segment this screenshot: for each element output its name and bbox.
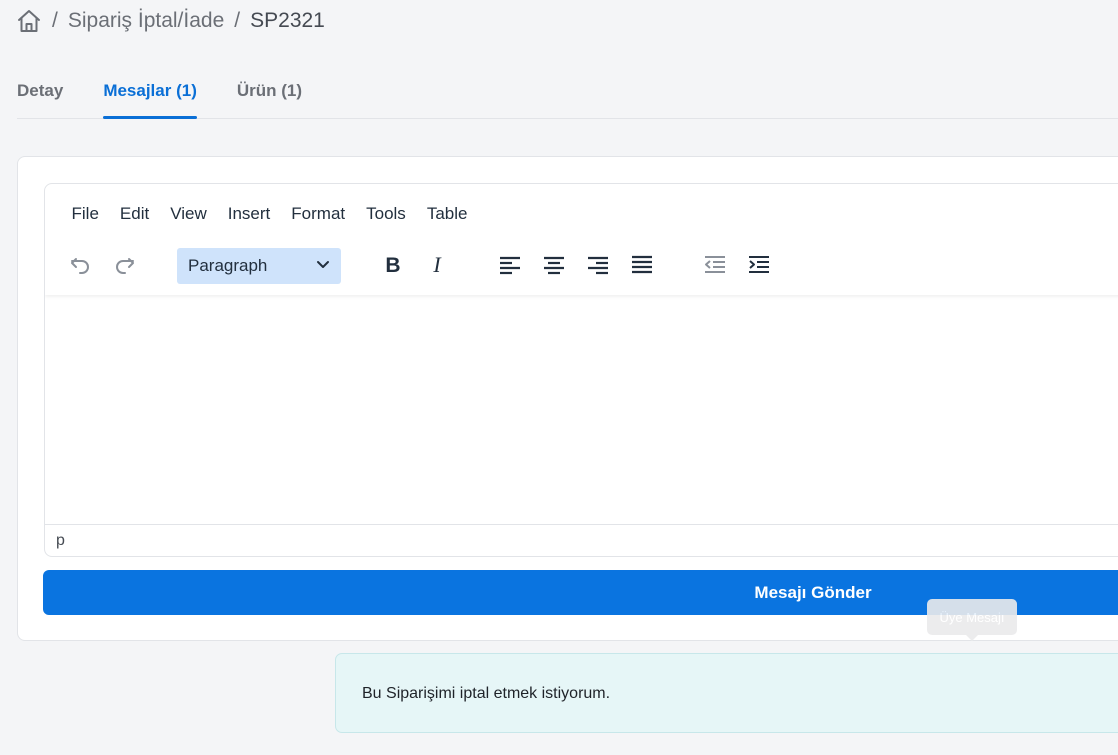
home-icon[interactable] <box>16 8 42 34</box>
tab-bar: Detay Mesajlar (1) Ürün (1) <box>17 70 1118 119</box>
editor-toolbar: Paragraph B I <box>45 248 1118 284</box>
redo-icon[interactable] <box>108 248 142 282</box>
tooltip-member-message: Üye Mesajı <box>927 599 1017 641</box>
menu-edit[interactable]: Edit <box>109 204 159 224</box>
svg-text:B: B <box>385 254 400 277</box>
tab-products[interactable]: Ürün (1) <box>237 70 302 118</box>
send-message-label: Mesajı Gönder <box>754 582 872 602</box>
message-text: Bu Siparişimi iptal etmek istiyorum. <box>362 685 611 702</box>
indent-icon[interactable] <box>742 248 776 282</box>
editor-header: File Edit View Insert Format Tools Table <box>45 184 1118 295</box>
message-compose-card: File Edit View Insert Format Tools Table <box>17 156 1118 641</box>
editor-statusbar: p <box>45 524 1118 556</box>
align-left-icon[interactable] <box>493 248 527 282</box>
menu-view[interactable]: View <box>160 204 218 224</box>
menu-format[interactable]: Format <box>281 204 356 224</box>
breadcrumb-separator: / <box>52 9 58 32</box>
menu-tools[interactable]: Tools <box>356 204 417 224</box>
breadcrumb-separator: / <box>234 9 241 32</box>
breadcrumb-item-current: SP2321 <box>250 9 325 32</box>
undo-icon[interactable] <box>63 248 97 282</box>
tab-messages[interactable]: Mesajlar (1) <box>103 70 197 119</box>
align-right-icon[interactable] <box>581 248 615 282</box>
editor-content-area[interactable] <box>45 295 1118 525</box>
block-format-value: Paragraph <box>188 256 268 275</box>
breadcrumb-item-order-cancel[interactable]: Sipariş İptal/İade <box>68 9 224 33</box>
menu-table[interactable]: Table <box>416 204 478 224</box>
outdent-icon[interactable] <box>698 248 732 282</box>
block-format-select[interactable]: Paragraph <box>177 248 341 284</box>
breadcrumb: / Sipariş İptal/İade / SP2321 <box>16 8 325 34</box>
svg-text:I: I <box>432 253 442 277</box>
rich-text-editor: File Edit View Insert Format Tools Table <box>44 183 1118 557</box>
message-bubble: Bu Siparişimi iptal etmek istiyorum. <box>335 653 1118 733</box>
tab-detail[interactable]: Detay <box>17 70 63 118</box>
menu-file[interactable]: File <box>61 204 109 224</box>
italic-icon[interactable]: I <box>420 248 454 282</box>
editor-menubar: File Edit View Insert Format Tools Table <box>61 204 478 224</box>
bold-icon[interactable]: B <box>376 248 410 282</box>
chevron-down-icon <box>315 256 331 277</box>
align-center-icon[interactable] <box>537 248 571 282</box>
menu-insert[interactable]: Insert <box>217 204 281 224</box>
element-path[interactable]: p <box>56 532 65 549</box>
align-justify-icon[interactable] <box>625 248 659 282</box>
